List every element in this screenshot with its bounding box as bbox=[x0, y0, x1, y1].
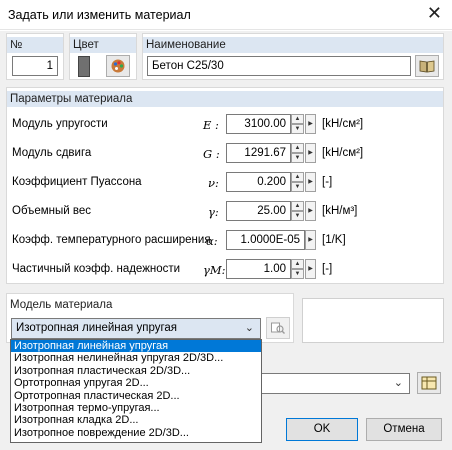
param-label-shear-modulus: Модуль сдвига bbox=[12, 147, 92, 159]
safety-factor-spinner[interactable]: ▲ ▼ bbox=[291, 259, 304, 279]
safety-factor-more-button[interactable]: ▶ bbox=[305, 259, 316, 279]
parameters-header: Параметры материала bbox=[7, 91, 443, 107]
color-group: Цвет bbox=[69, 33, 137, 80]
model-preview-panel bbox=[302, 298, 444, 343]
unit-weight-input[interactable]: 25.00 bbox=[226, 201, 291, 221]
param-symbol-poisson: ν: bbox=[208, 176, 219, 190]
dropdown-option[interactable]: Изотропная линейная упругая bbox=[11, 340, 261, 353]
close-icon[interactable]: ✕ bbox=[427, 3, 442, 24]
dropdown-option[interactable]: Ортотропная пластическая 2D... bbox=[11, 390, 261, 402]
material-parameters-group: Параметры материала Модуль упругости E :… bbox=[6, 87, 444, 284]
material-model-select[interactable]: Изотропная линейная упругая ⌄ bbox=[11, 318, 261, 339]
magnifier-icon bbox=[271, 322, 285, 334]
material-number-field[interactable]: 1 bbox=[12, 56, 58, 76]
param-label-poisson: Коэффициент Пуассона bbox=[12, 176, 142, 188]
spin-up-icon[interactable]: ▲ bbox=[291, 172, 304, 182]
param-symbol-elastic-modulus: E : bbox=[203, 118, 219, 132]
model-header: Модель материала bbox=[10, 299, 113, 311]
param-label-elastic-modulus: Модуль упругости bbox=[12, 118, 108, 130]
color-swatch bbox=[78, 56, 90, 77]
model-details-button[interactable] bbox=[266, 317, 290, 339]
poisson-ratio-more-button[interactable]: ▶ bbox=[305, 172, 316, 192]
param-unit-safety-factor: [-] bbox=[322, 263, 333, 275]
number-group: № 1 bbox=[6, 33, 64, 80]
chevron-down-icon: ⌄ bbox=[393, 377, 403, 389]
param-unit-thermal-expansion: [1/K] bbox=[322, 234, 346, 246]
secondary-edit-button[interactable] bbox=[417, 372, 441, 394]
spin-down-icon[interactable]: ▼ bbox=[291, 124, 304, 134]
spin-down-icon[interactable]: ▼ bbox=[291, 153, 304, 163]
elastic-modulus-spinner[interactable]: ▲ ▼ bbox=[291, 114, 304, 134]
shear-modulus-spinner[interactable]: ▲ ▼ bbox=[291, 143, 304, 163]
ok-button[interactable]: OK bbox=[286, 418, 358, 441]
param-unit-unit-weight: [kH/м³] bbox=[322, 205, 358, 217]
poisson-ratio-input[interactable]: 0.200 bbox=[226, 172, 291, 192]
color-header: Цвет bbox=[70, 37, 136, 53]
dropdown-option[interactable]: Изотропная кладка 2D... bbox=[11, 414, 261, 426]
material-model-group: Модель материала Изотропная линейная упр… bbox=[6, 293, 294, 343]
dropdown-option[interactable]: Изотропная пластическая 2D/3D... bbox=[11, 365, 261, 377]
chevron-down-icon: ⌄ bbox=[244, 322, 254, 334]
dropdown-option[interactable]: Изотропная термо-упругая... bbox=[11, 402, 261, 414]
name-group: Наименование Бетон C25/30 bbox=[142, 33, 444, 80]
poisson-ratio-spinner[interactable]: ▲ ▼ bbox=[291, 172, 304, 192]
param-label-safety-factor: Частичный коэфф. надежности bbox=[12, 263, 181, 275]
number-header: № bbox=[7, 37, 63, 53]
param-label-unit-weight: Объемный вес bbox=[12, 205, 92, 217]
color-picker-button[interactable] bbox=[106, 55, 130, 77]
param-unit-poisson: [-] bbox=[322, 176, 333, 188]
window-title: Задать или изменить материал bbox=[8, 8, 191, 22]
spin-down-icon[interactable]: ▼ bbox=[291, 269, 304, 279]
thermal-expansion-input[interactable]: 1.0000E-05 bbox=[226, 230, 305, 250]
material-library-button[interactable] bbox=[415, 55, 439, 77]
book-icon bbox=[419, 60, 435, 73]
spin-up-icon[interactable]: ▲ bbox=[291, 259, 304, 269]
shear-modulus-more-button[interactable]: ▶ bbox=[305, 143, 316, 163]
spin-down-icon[interactable]: ▼ bbox=[291, 182, 304, 192]
name-header: Наименование bbox=[143, 37, 443, 53]
spin-up-icon[interactable]: ▲ bbox=[291, 201, 304, 211]
spin-up-icon[interactable]: ▲ bbox=[291, 143, 304, 153]
dropdown-option[interactable]: Изотропное повреждение 2D/3D... bbox=[11, 427, 261, 439]
thermal-expansion-more-button[interactable]: ▶ bbox=[305, 230, 316, 250]
cancel-button[interactable]: Отмена bbox=[366, 418, 442, 441]
shear-modulus-input[interactable]: 1291.67 bbox=[226, 143, 291, 163]
title-bar: Задать или изменить материал ✕ bbox=[0, 0, 452, 30]
param-symbol-unit-weight: γ: bbox=[208, 205, 219, 219]
dropdown-option[interactable]: Ортотропная упругая 2D... bbox=[11, 377, 261, 389]
param-unit-shear-modulus: [kH/см²] bbox=[322, 147, 364, 159]
param-symbol-shear-modulus: G : bbox=[203, 147, 220, 161]
safety-factor-input[interactable]: 1.00 bbox=[226, 259, 291, 279]
param-symbol-thermal-expansion: α: bbox=[206, 234, 218, 248]
spin-down-icon[interactable]: ▼ bbox=[291, 211, 304, 221]
table-icon bbox=[421, 376, 437, 390]
elastic-modulus-more-button[interactable]: ▶ bbox=[305, 114, 316, 134]
material-model-value: Изотропная линейная упругая bbox=[16, 322, 178, 334]
param-label-thermal-expansion: Коэфф. температурного расширения bbox=[12, 234, 211, 246]
unit-weight-more-button[interactable]: ▶ bbox=[305, 201, 316, 221]
unit-weight-spinner[interactable]: ▲ ▼ bbox=[291, 201, 304, 221]
palette-icon bbox=[111, 59, 125, 73]
param-unit-elastic-modulus: [kH/см²] bbox=[322, 118, 364, 130]
spin-up-icon[interactable]: ▲ bbox=[291, 114, 304, 124]
secondary-select[interactable]: ⌄ bbox=[256, 373, 410, 394]
dropdown-option[interactable]: Изотропная нелинейная упругая 2D/3D... bbox=[11, 352, 261, 364]
elastic-modulus-input[interactable]: 3100.00 bbox=[226, 114, 291, 134]
material-model-dropdown[interactable]: Изотропная линейная упругая Изотропная н… bbox=[10, 339, 262, 443]
param-symbol-safety-factor: γM: bbox=[203, 263, 226, 277]
material-name-field[interactable]: Бетон C25/30 bbox=[147, 56, 411, 76]
